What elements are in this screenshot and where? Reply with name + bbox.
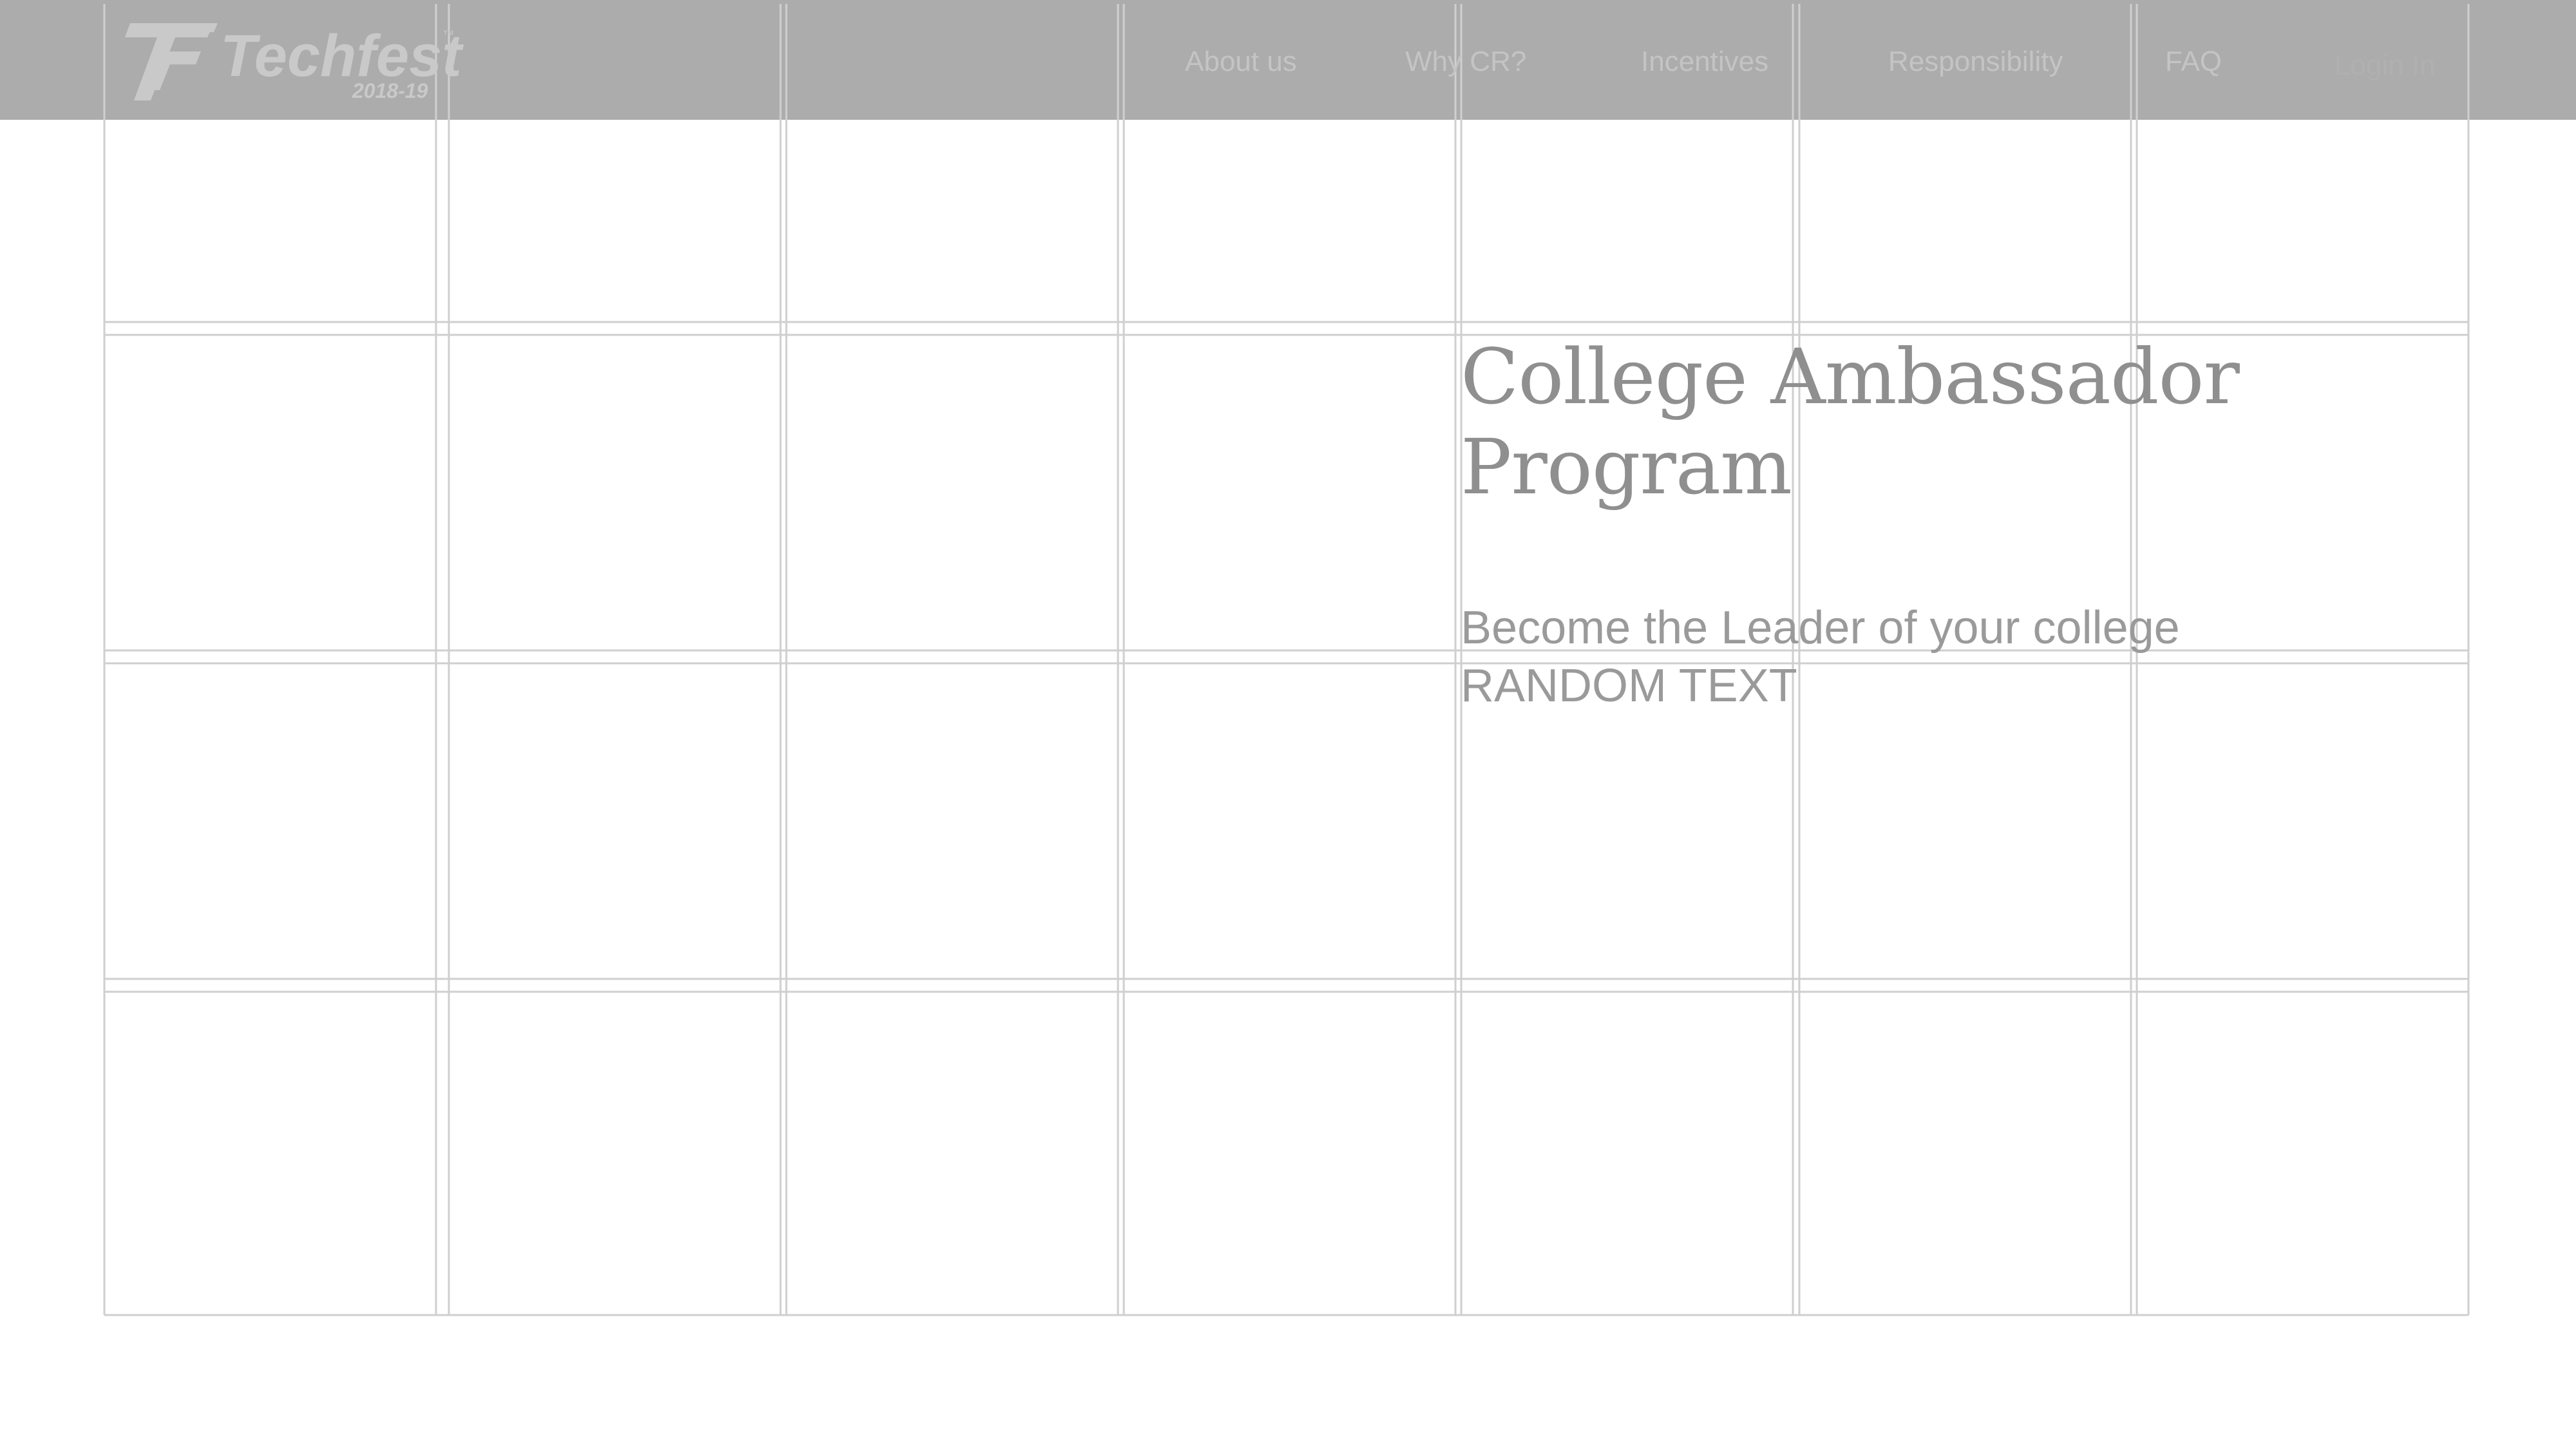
nav-link-incentives[interactable]: Incentives [1641,45,1768,79]
nav-link-responsibility[interactable]: Responsibility [1888,45,2063,79]
techfest-logo[interactable]: Techfest ™ 2018-19 [111,18,465,105]
hero-subtitle-block: Become the Leader of your college RANDOM… [1461,599,2427,715]
trademark-mark: ™ [442,28,454,41]
page-title: College Ambassador Program [1461,332,2427,512]
hero-subtitle: Become the Leader of your college [1461,602,2180,654]
nav-link-about-us[interactable]: About us [1185,45,1297,79]
login-button[interactable]: Login In [2334,49,2436,82]
nav-link-why-cr[interactable]: Why CR? [1405,45,1526,79]
nav-link-faq[interactable]: FAQ [2165,45,2222,79]
brand-years: 2018-19 [352,79,428,102]
title-line-1: College Ambassador [1461,332,2240,421]
tf-monogram-icon [125,23,218,100]
wireframe-grid [103,4,2470,1316]
hero-placeholder-text: RANDOM TEXT [1461,660,1797,712]
page: Techfest ™ 2018-19 About us Why CR? Ince… [0,0,2576,1449]
title-line-2: Program [1461,422,1792,511]
